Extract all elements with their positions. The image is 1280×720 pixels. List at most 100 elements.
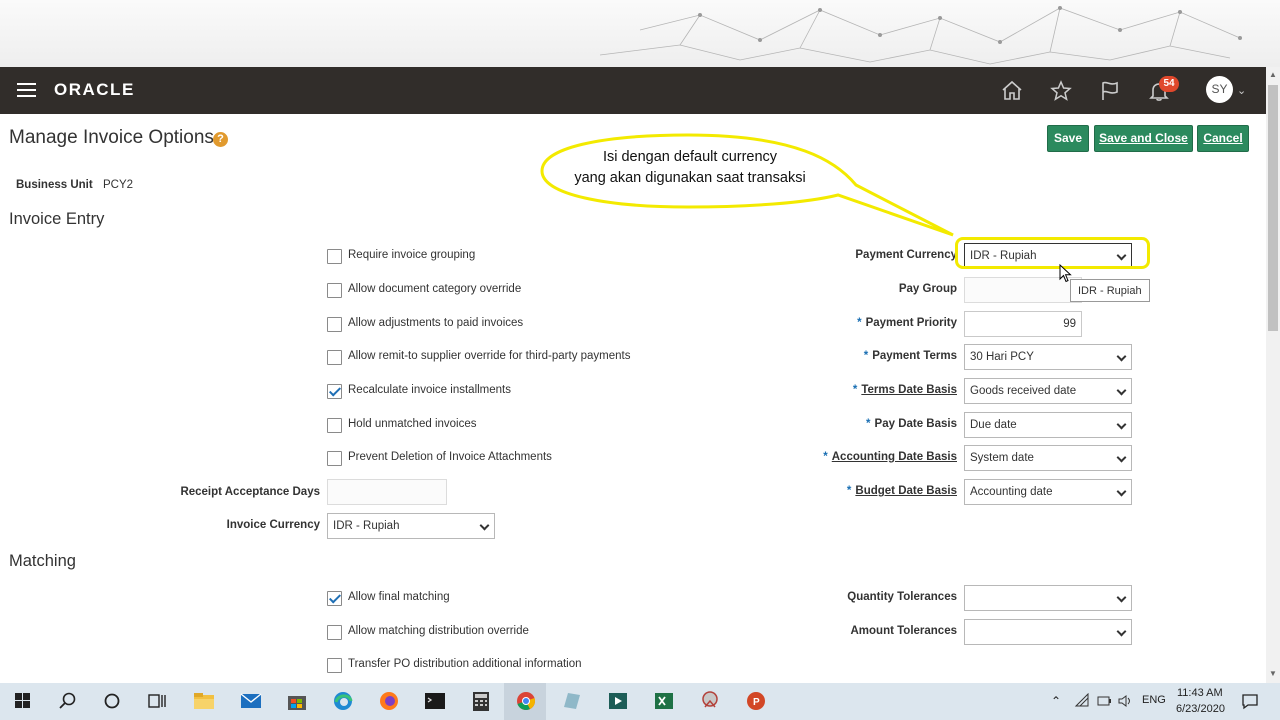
- firefox-icon[interactable]: [376, 689, 402, 713]
- budget-date-basis-label: * Budget Date Basis: [846, 485, 957, 497]
- allow-final-matching-checkbox[interactable]: [327, 591, 342, 606]
- scroll-down-icon[interactable]: ▼: [1269, 669, 1277, 678]
- decorative-banner: [0, 0, 1280, 67]
- pay-date-basis-label: * Pay Date Basis: [866, 418, 957, 430]
- transfer-po-distribution-checkbox[interactable]: [327, 658, 342, 673]
- chevron-down-icon[interactable]: ⌄: [1237, 84, 1246, 97]
- budget-date-basis-label-text: Budget Date Basis: [855, 485, 957, 497]
- checkbox-label: Allow matching distribution override: [348, 625, 529, 637]
- pay-group-label: Pay Group: [898, 283, 957, 295]
- clock-time[interactable]: 11:43 AM: [1177, 687, 1223, 699]
- checkbox-label: Allow adjustments to paid invoices: [348, 317, 524, 329]
- chrome-icon[interactable]: [513, 689, 539, 713]
- checkbox-label: Recalculate invoice installments: [348, 384, 511, 396]
- notes-app-icon[interactable]: [559, 689, 585, 713]
- prevent-deletion-attachments-checkbox[interactable]: [327, 451, 342, 466]
- excel-icon[interactable]: [651, 689, 677, 713]
- page-title: Manage Invoice Options: [9, 127, 214, 148]
- home-icon[interactable]: [1000, 79, 1024, 103]
- clock-date[interactable]: 6/23/2020: [1176, 703, 1225, 715]
- invoice-currency-select[interactable]: IDR - Rupiah: [327, 513, 495, 539]
- task-view-icon[interactable]: [144, 689, 170, 713]
- annotation-line-2: yang akan digunakan saat transaksi: [574, 170, 806, 186]
- chevron-down-icon: [1116, 626, 1127, 637]
- store-icon[interactable]: [284, 689, 310, 713]
- business-unit-value: PCY2: [103, 179, 134, 191]
- business-unit-label: Business Unit: [16, 179, 93, 191]
- vertical-scrollbar[interactable]: ▲ ▼: [1266, 67, 1280, 683]
- battery-icon[interactable]: [1096, 693, 1112, 709]
- watchlist-flag-icon[interactable]: [1098, 79, 1122, 103]
- budget-date-basis-select[interactable]: Accounting date: [964, 479, 1132, 505]
- pay-date-basis-select[interactable]: Due date: [964, 412, 1132, 438]
- receipt-acceptance-days-input[interactable]: [327, 479, 447, 505]
- help-icon[interactable]: ?: [213, 132, 228, 147]
- annotation-line-1: Isi dengan default currency: [602, 149, 778, 165]
- cancel-button[interactable]: Cancel: [1197, 125, 1249, 152]
- save-and-close-button[interactable]: Save and Close: [1094, 125, 1193, 152]
- mouse-cursor-icon: [1059, 264, 1072, 283]
- terms-date-basis-label: * Terms Date Basis: [852, 384, 957, 396]
- search-icon[interactable]: [55, 689, 81, 713]
- allow-remit-to-supplier-override-checkbox[interactable]: [327, 350, 342, 365]
- terms-date-basis-value: Goods received date: [970, 385, 1077, 397]
- payment-terms-label: * Payment Terms: [863, 350, 957, 362]
- amount-tolerances-select[interactable]: [964, 619, 1132, 645]
- payment-terms-value: 30 Hari PCY: [970, 351, 1034, 363]
- section-invoice-entry: Invoice Entry: [9, 210, 105, 228]
- pay-date-basis-value: Due date: [970, 419, 1017, 431]
- terms-date-basis-select[interactable]: Goods received date: [964, 378, 1132, 404]
- checkbox-label: Hold unmatched invoices: [348, 418, 477, 430]
- checkbox-label: Allow remit-to supplier override for thi…: [348, 350, 631, 362]
- accounting-date-basis-select[interactable]: System date: [964, 445, 1132, 471]
- payment-terms-label-text: Payment Terms: [872, 350, 957, 362]
- chevron-up-icon[interactable]: ⌃: [1051, 694, 1061, 708]
- allow-matching-distribution-override-checkbox[interactable]: [327, 625, 342, 640]
- hold-unmatched-invoices-checkbox[interactable]: [327, 418, 342, 433]
- payment-currency-label: Payment Currency: [855, 249, 957, 261]
- allow-document-category-override-checkbox[interactable]: [327, 283, 342, 298]
- cortana-icon[interactable]: [99, 689, 125, 713]
- scroll-up-icon[interactable]: ▲: [1269, 70, 1277, 79]
- annotation-highlight-box: [955, 237, 1150, 269]
- pay-date-basis-label-text: Pay Date Basis: [874, 418, 957, 430]
- budget-date-basis-value: Accounting date: [970, 486, 1053, 498]
- windows-start-icon[interactable]: [10, 689, 36, 713]
- allow-adjustments-paid-invoices-checkbox[interactable]: [327, 317, 342, 332]
- require-invoice-grouping-checkbox[interactable]: [327, 249, 342, 264]
- terminal-icon[interactable]: [422, 689, 448, 713]
- tooltip: IDR - Rupiah: [1070, 279, 1150, 302]
- recalculate-installments-checkbox[interactable]: [327, 384, 342, 399]
- app-header: ORACLE: [0, 67, 1266, 114]
- payment-priority-label: * Payment Priority: [857, 317, 957, 329]
- edge-browser-icon[interactable]: [330, 689, 356, 713]
- amount-tolerances-label: Amount Tolerances: [850, 625, 958, 637]
- notification-count-badge: 54: [1159, 76, 1179, 92]
- receipt-acceptance-days-label: Receipt Acceptance Days: [180, 486, 320, 498]
- notification-center-icon[interactable]: [1241, 692, 1259, 710]
- quantity-tolerances-select[interactable]: [964, 585, 1132, 611]
- volume-icon[interactable]: [1117, 693, 1133, 709]
- scrollbar-thumb[interactable]: [1268, 85, 1278, 331]
- save-button[interactable]: Save: [1047, 125, 1089, 152]
- chevron-down-icon: [1116, 452, 1127, 463]
- chevron-down-icon: [1116, 351, 1127, 362]
- menu-icon[interactable]: [17, 83, 36, 98]
- windows-taskbar: P ⌃ ENG 11:43 AM 6/23/2020: [0, 683, 1280, 720]
- svg-text:P: P: [753, 697, 760, 708]
- payment-priority-input[interactable]: 99: [964, 311, 1082, 337]
- calculator-icon[interactable]: [468, 689, 494, 713]
- favorites-star-icon[interactable]: [1049, 79, 1073, 103]
- language-indicator[interactable]: ENG: [1142, 694, 1166, 706]
- checkbox-label: Allow final matching: [348, 591, 450, 603]
- network-app-icon[interactable]: [697, 689, 723, 713]
- powerpoint-icon[interactable]: P: [743, 689, 769, 713]
- mail-icon[interactable]: [238, 689, 264, 713]
- user-avatar[interactable]: SY: [1206, 76, 1233, 103]
- checkbox-label: Prevent Deletion of Invoice Attachments: [348, 451, 552, 463]
- payment-terms-select[interactable]: 30 Hari PCY: [964, 344, 1132, 370]
- file-explorer-icon[interactable]: [191, 689, 217, 713]
- wifi-icon[interactable]: [1074, 693, 1090, 709]
- chevron-down-icon: [479, 520, 490, 531]
- media-app-icon[interactable]: [605, 689, 631, 713]
